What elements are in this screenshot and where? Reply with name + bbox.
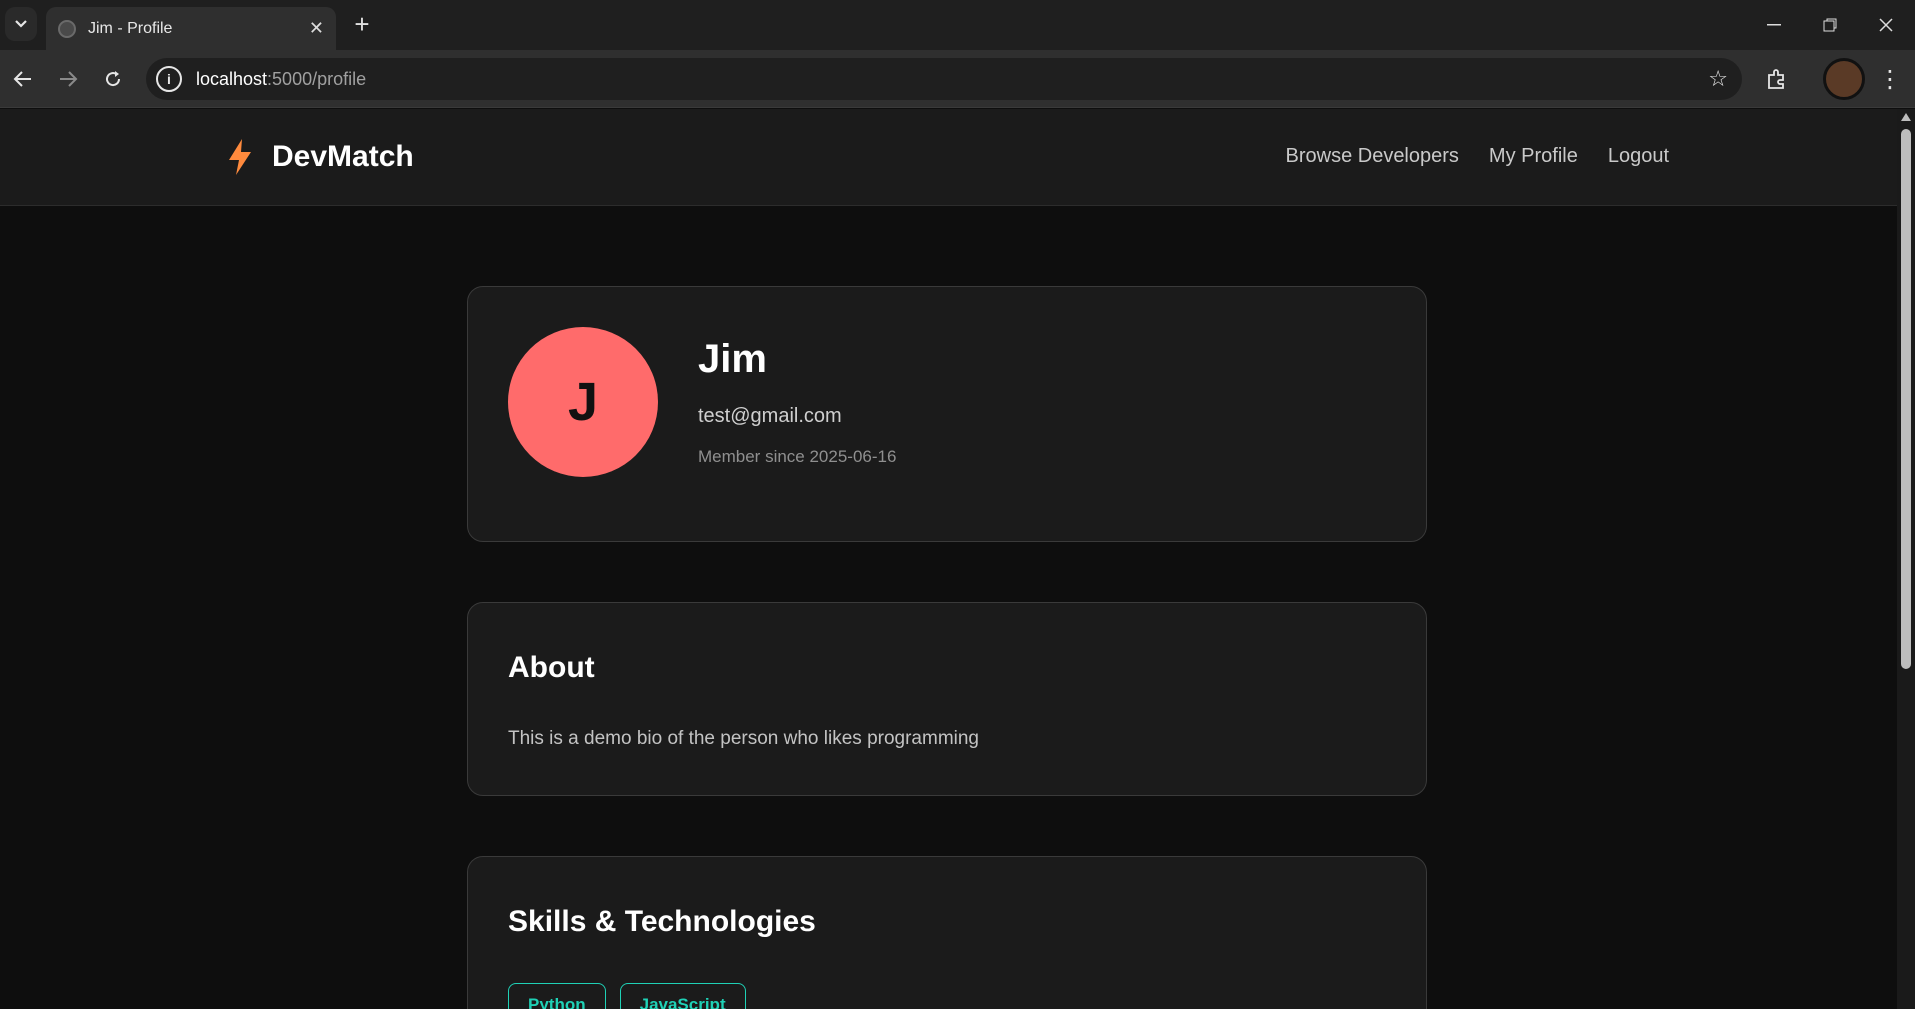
avatar: J [508, 327, 658, 477]
arrow-left-icon [13, 71, 31, 87]
profile-name: Jim [698, 337, 767, 381]
restore-icon [1823, 18, 1837, 32]
skill-chip: JavaScript [619, 983, 746, 1009]
about-heading: About [508, 651, 595, 684]
scrollbar-thumb[interactable] [1901, 129, 1911, 669]
minimize-button[interactable] [1746, 0, 1802, 50]
site-header: DevMatch Browse Developers My Profile Lo… [0, 109, 1897, 206]
browser-tab-bar: Jim - Profile ✕ + [0, 0, 1915, 50]
page-viewport: DevMatch Browse Developers My Profile Lo… [0, 109, 1897, 1009]
skills-heading: Skills & Technologies [508, 905, 816, 938]
close-tab-icon[interactable]: ✕ [309, 18, 324, 39]
about-card: About This is a demo bio of the person w… [467, 602, 1427, 796]
browser-toolbar: i localhost:5000/profile ☆ ⋮ [0, 50, 1915, 108]
page-scrollbar[interactable] [1897, 109, 1915, 1009]
nav-my-profile[interactable]: My Profile [1489, 145, 1578, 168]
extensions-puzzle-icon[interactable] [1762, 64, 1792, 94]
bookmark-star-icon[interactable]: ☆ [1708, 66, 1728, 92]
browser-tab[interactable]: Jim - Profile ✕ [46, 7, 336, 50]
site-info-icon[interactable]: i [156, 66, 182, 92]
bio-text: This is a demo bio of the person who lik… [508, 728, 980, 749]
arrow-right-icon [60, 71, 78, 87]
nav-logout[interactable]: Logout [1608, 145, 1669, 168]
skill-chip: Python [508, 983, 606, 1009]
globe-icon [58, 19, 76, 38]
puzzle-icon [1768, 69, 1784, 89]
close-window-button[interactable] [1858, 0, 1914, 50]
url-text: localhost:5000/profile [196, 68, 367, 89]
brand-logo[interactable]: DevMatch [226, 139, 414, 175]
close-icon [1879, 18, 1893, 32]
brand-name: DevMatch [272, 140, 414, 173]
tab-title: Jim - Profile [88, 19, 173, 37]
tab-search-button[interactable] [5, 7, 37, 41]
forward-button[interactable] [53, 64, 83, 94]
member-since: Member since 2025-06-16 [698, 447, 897, 466]
back-button[interactable] [8, 64, 38, 94]
browser-profile-avatar[interactable] [1823, 58, 1865, 100]
skills-list: Python JavaScript [508, 983, 746, 1009]
scroll-up-arrow-icon[interactable] [1901, 113, 1911, 121]
restore-button[interactable] [1802, 0, 1858, 50]
lightning-bolt-icon [229, 139, 251, 175]
reload-button[interactable] [98, 64, 128, 94]
nav-browse-developers[interactable]: Browse Developers [1286, 145, 1459, 168]
minimize-icon [1767, 24, 1781, 26]
profile-card: J Jim test@gmail.com Member since 2025-0… [467, 286, 1427, 542]
skills-card: Skills & Technologies Python JavaScript [467, 856, 1427, 1009]
address-bar[interactable]: i localhost:5000/profile ☆ [146, 58, 1742, 100]
profile-email: test@gmail.com [698, 405, 842, 427]
chevron-down-icon [15, 20, 27, 28]
new-tab-button[interactable]: + [348, 9, 376, 39]
browser-menu-icon[interactable]: ⋮ [1878, 62, 1902, 96]
main-nav: Browse Developers My Profile Logout [1286, 145, 1670, 168]
reload-icon [106, 71, 121, 87]
